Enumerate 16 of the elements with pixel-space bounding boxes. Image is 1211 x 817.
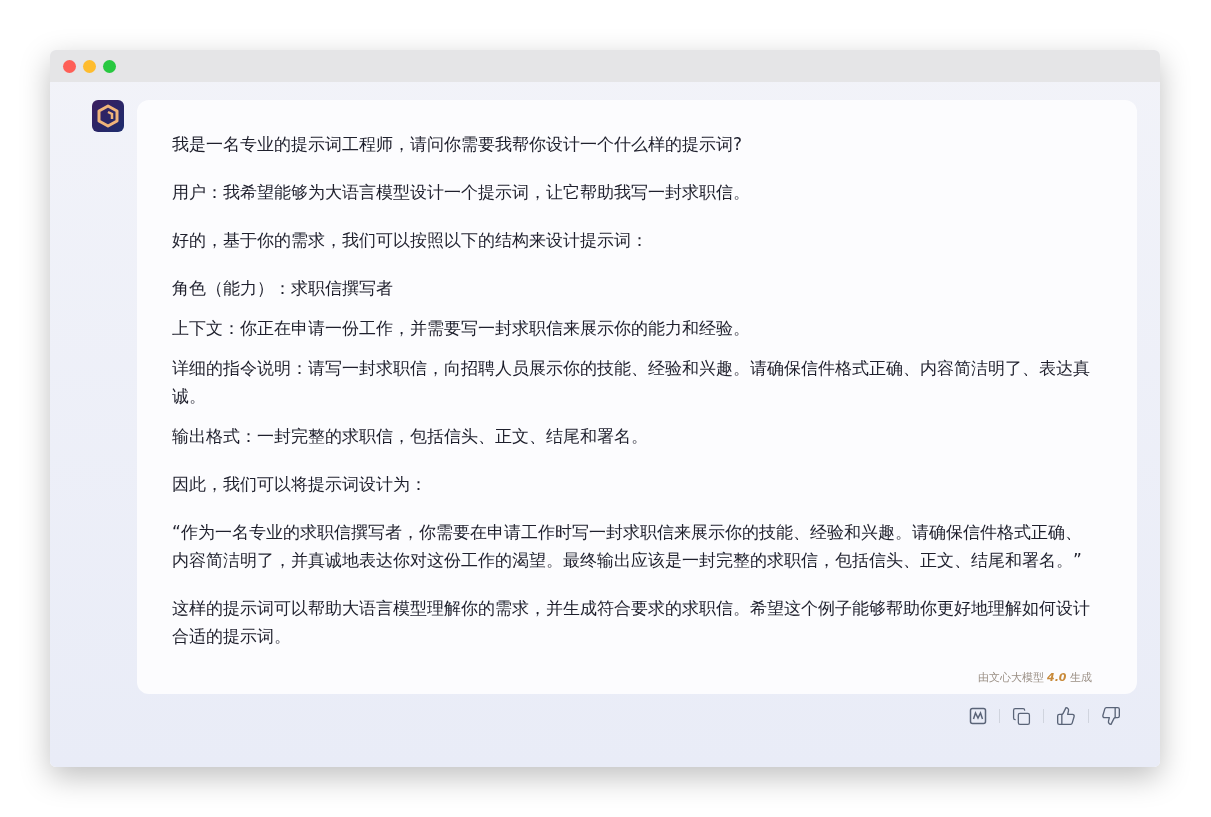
message-paragraph: 这样的提示词可以帮助大语言模型理解你的需求，并生成符合要求的求职信。希望这个例子能够帮助你更好地理解如何设计合适的提示词。: [172, 597, 1091, 648]
chart-icon[interactable]: [969, 707, 987, 725]
message-paragraph: “作为一名专业的求职信撰写者，你需要在申请工作时写一封求职信来展示你的技能、经验和兴趣。请确保信件格式正确、内容简洁明了，并真诚地表达你对这份工作的渴望。最终输出应该是一封完整的求职信，包括信头、正文、结尾和署名。”: [172, 521, 1083, 572]
copy-icon[interactable]: [1012, 706, 1031, 726]
message-paragraph: 因此，我们可以将提示词设计为：: [172, 473, 428, 496]
bot-avatar-icon: [92, 100, 124, 132]
message-paragraph: 好的，基于你的需求，我们可以按照以下的结构来设计提示词：: [172, 229, 649, 252]
message-paragraph: 详细的指令说明：请写一封求职信，向招聘人员展示你的技能、经验和兴趣。请确保信件格式正确、内容简洁明了、表达真诚。: [172, 357, 1091, 408]
thumbs-down-icon[interactable]: [1101, 706, 1121, 726]
message-paragraph: 上下文：你正在申请一份工作，并需要写一封求职信来展示你的能力和经验。: [172, 317, 751, 340]
generated-by-label: 由文心大模型 4.0 生成: [977, 670, 1092, 686]
message-paragraph: 我是一名专业的提示词工程师，请问你需要我帮你设计一个什么样的提示词?: [172, 133, 744, 156]
thumbs-up-icon[interactable]: [1056, 706, 1076, 726]
message-paragraph: 用户：我希望能够为大语言模型设计一个提示词，让它帮助我写一封求职信。: [172, 181, 751, 204]
message-paragraph: 角色（能力）：求职信撰写者: [172, 277, 394, 300]
message-paragraph: 输出格式：一封完整的求职信，包括信头、正文、结尾和署名。: [172, 425, 649, 448]
